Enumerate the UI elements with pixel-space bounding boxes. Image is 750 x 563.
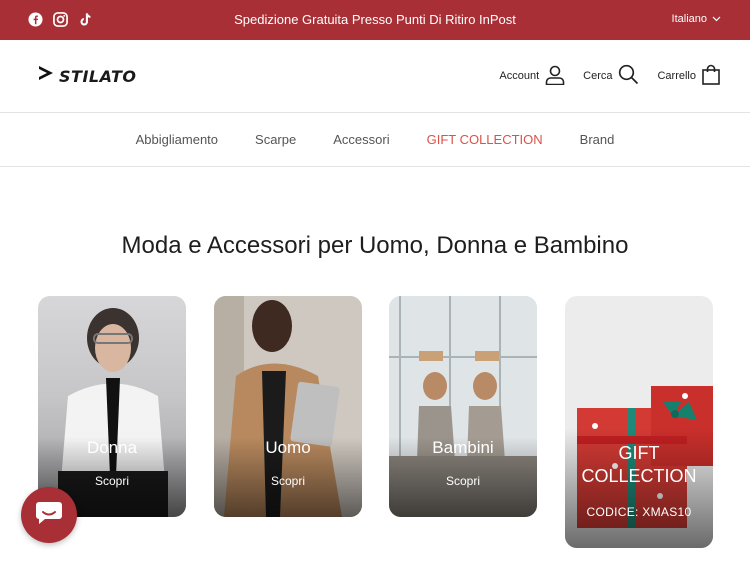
cart-label: Carrello (657, 70, 696, 82)
nav-item-scarpe[interactable]: Scarpe (255, 132, 296, 147)
user-icon (545, 65, 565, 88)
logo-mark-icon (37, 64, 55, 89)
search-icon (618, 64, 639, 88)
card-cta-bambini[interactable]: Scopri (389, 474, 537, 488)
language-selector[interactable]: Italiano (672, 13, 721, 25)
card-label-bambini: Bambini (432, 438, 494, 457)
chat-icon (35, 500, 63, 531)
category-card-donna[interactable]: Donna Scopri (38, 296, 186, 517)
announcement-text: Spedizione Gratuita Presso Punti Di Riti… (234, 12, 516, 27)
logo-text: STILATO (59, 67, 137, 86)
page-title: Moda e Accessori per Uomo, Donna e Bambi… (121, 232, 629, 259)
card-cta-uomo[interactable]: Scopri (214, 474, 362, 488)
site-header: STILATO Account Cerca Carrello (0, 40, 750, 113)
nav-item-brand[interactable]: Brand (580, 132, 615, 147)
category-card-gift-collection[interactable]: GIFT COLLECTION CODICE: XMAS10 (565, 296, 713, 548)
search-label: Cerca (583, 70, 613, 82)
chevron-down-icon (712, 13, 721, 25)
nav-item-gift-collection[interactable]: GIFT COLLECTION (427, 132, 543, 147)
cart-link[interactable]: Carrello (657, 64, 720, 88)
announcement-bar: Spedizione Gratuita Presso Punti Di Riti… (0, 0, 750, 40)
account-link[interactable]: Account (499, 65, 565, 88)
card-cta-donna[interactable]: Scopri (38, 474, 186, 488)
category-card-uomo[interactable]: Uomo Scopri (214, 296, 362, 517)
language-label: Italiano (671, 13, 707, 25)
category-card-bambini[interactable]: Bambini Scopri (389, 296, 537, 517)
search-link[interactable]: Cerca (583, 64, 639, 88)
chat-button[interactable] (21, 487, 77, 543)
main-nav: Abbigliamento Scarpe Accessori GIFT COLL… (0, 113, 750, 167)
logo[interactable]: STILATO (37, 64, 136, 89)
nav-item-accessori[interactable]: Accessori (333, 132, 389, 147)
nav-item-abbigliamento[interactable]: Abbigliamento (136, 132, 218, 147)
card-label-donna: Donna (86, 438, 138, 457)
card-label-uomo: Uomo (265, 438, 311, 457)
account-label: Account (499, 70, 540, 82)
card-cta-gift-code[interactable]: CODICE: XMAS10 (565, 505, 713, 519)
shopping-bag-icon (702, 64, 720, 88)
card-label-gift-collection: GIFT COLLECTION (581, 443, 697, 486)
